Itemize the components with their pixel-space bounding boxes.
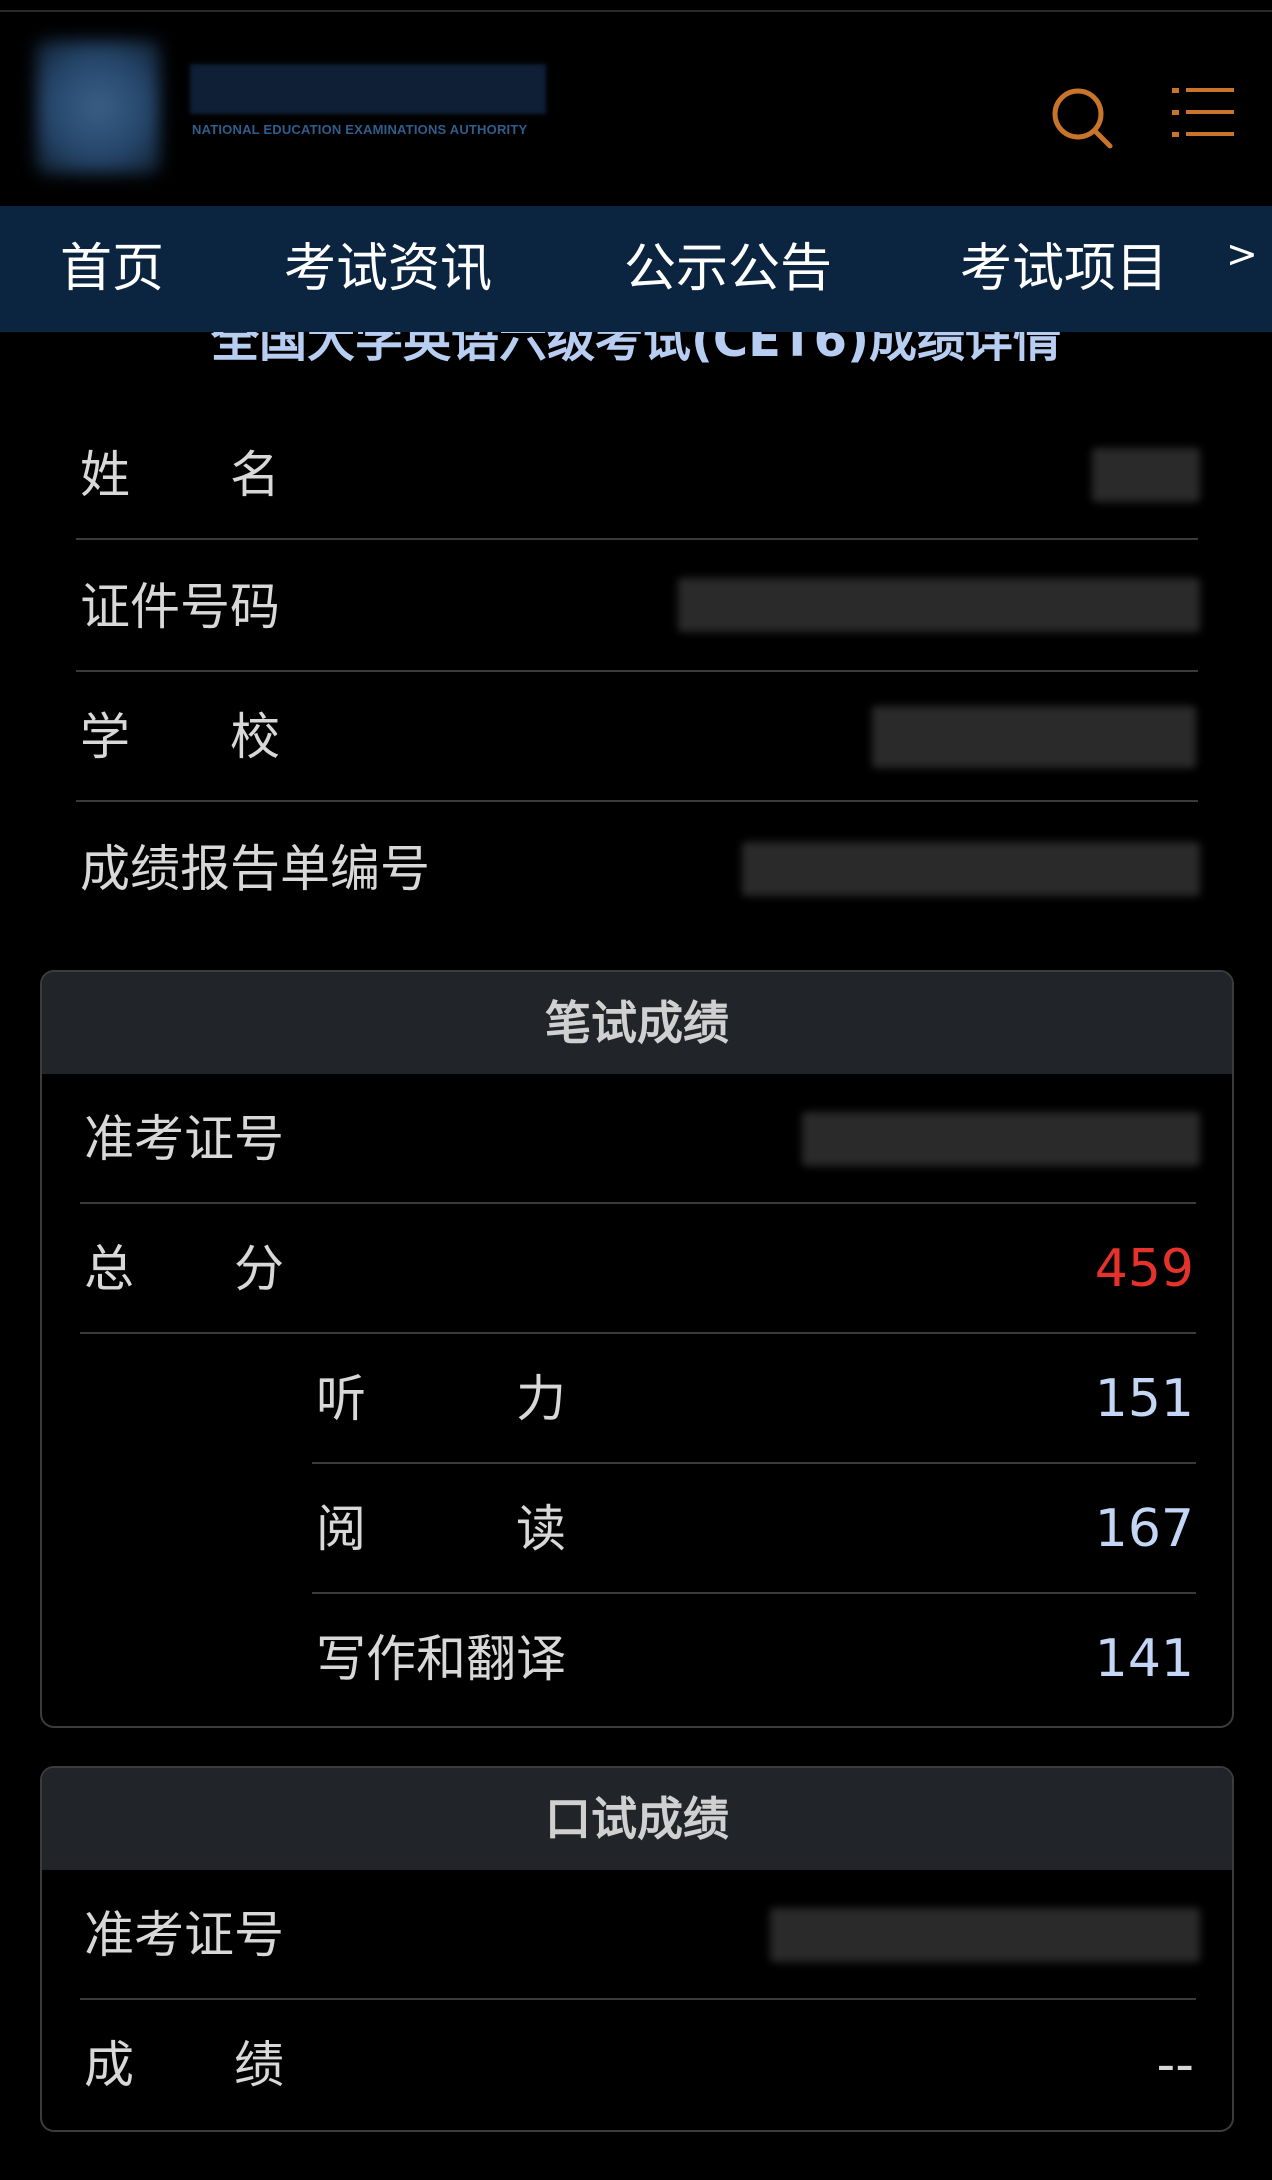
site-title-redacted bbox=[190, 64, 546, 114]
reading-label: 阅 读 bbox=[316, 1500, 566, 1558]
id-value-redacted bbox=[678, 578, 1200, 632]
total-score-label: 总 分 bbox=[84, 1240, 284, 1298]
info-row-id: 证件号码 bbox=[76, 542, 1200, 672]
nav-more-arrow[interactable]: > bbox=[1226, 232, 1258, 276]
site-subtitle: NATIONAL EDUCATION EXAMINATIONS AUTHORIT… bbox=[192, 122, 528, 137]
school-value-redacted bbox=[872, 706, 1196, 768]
list-menu-icon bbox=[1172, 88, 1234, 137]
written-ticket-row: 准考证号 bbox=[80, 1074, 1200, 1204]
reading-row: 阅 读 167 bbox=[312, 1464, 1196, 1594]
written-card-title: 笔试成绩 bbox=[42, 972, 1232, 1074]
written-score-card: 笔试成绩 准考证号 总 分 459 听 力 151 阅 读 167 写作和翻译 … bbox=[40, 970, 1234, 1728]
total-score-row: 总 分 459 bbox=[80, 1204, 1196, 1334]
reading-value: 167 bbox=[1094, 1499, 1194, 1559]
total-score-value: 459 bbox=[1094, 1239, 1194, 1299]
name-value-redacted bbox=[1092, 448, 1200, 502]
info-row-report-no: 成绩报告单编号 bbox=[76, 804, 1200, 934]
oral-ticket-value-redacted bbox=[770, 1908, 1200, 1962]
search-button[interactable] bbox=[1048, 84, 1118, 154]
report-no-label: 成绩报告单编号 bbox=[80, 840, 430, 898]
site-header: NATIONAL EDUCATION EXAMINATIONS AUTHORIT… bbox=[0, 12, 1272, 206]
written-ticket-label: 准考证号 bbox=[84, 1110, 284, 1168]
menu-button[interactable] bbox=[1170, 82, 1236, 144]
writing-translation-row: 写作和翻译 141 bbox=[312, 1594, 1196, 1724]
report-no-value-redacted bbox=[742, 842, 1200, 896]
nav-item-home[interactable]: 首页 bbox=[60, 206, 164, 332]
writing-translation-value: 141 bbox=[1094, 1629, 1194, 1689]
info-row-school: 学 校 bbox=[76, 672, 1198, 802]
nav-item-news[interactable]: 考试资讯 bbox=[284, 206, 492, 332]
oral-score-value: -- bbox=[1156, 2035, 1194, 2095]
oral-score-label: 成 绩 bbox=[84, 2036, 284, 2094]
id-label: 证件号码 bbox=[80, 578, 280, 636]
school-label: 学 校 bbox=[80, 708, 280, 766]
nav-item-exams[interactable]: 考试项目 bbox=[960, 206, 1168, 332]
info-row-name: 姓 名 bbox=[76, 410, 1200, 540]
listening-row: 听 力 151 bbox=[312, 1334, 1196, 1464]
oral-score-row: 成 绩 -- bbox=[80, 2000, 1196, 2130]
written-ticket-value-redacted bbox=[802, 1112, 1200, 1166]
oral-ticket-row: 准考证号 bbox=[80, 1870, 1200, 2000]
nav-item-notices[interactable]: 公示公告 bbox=[624, 206, 832, 332]
main-nav: 首页 考试资讯 公示公告 考试项目 > bbox=[0, 206, 1272, 332]
listening-value: 151 bbox=[1094, 1369, 1194, 1429]
writing-translation-label: 写作和翻译 bbox=[316, 1630, 566, 1688]
listening-label: 听 力 bbox=[316, 1370, 566, 1428]
oral-ticket-label: 准考证号 bbox=[84, 1906, 284, 1964]
site-logo[interactable] bbox=[36, 40, 160, 174]
search-icon bbox=[1052, 88, 1113, 149]
name-label: 姓 名 bbox=[80, 446, 280, 504]
oral-score-card: 口试成绩 准考证号 成 绩 -- bbox=[40, 1766, 1234, 2132]
oral-card-title: 口试成绩 bbox=[42, 1768, 1232, 1870]
